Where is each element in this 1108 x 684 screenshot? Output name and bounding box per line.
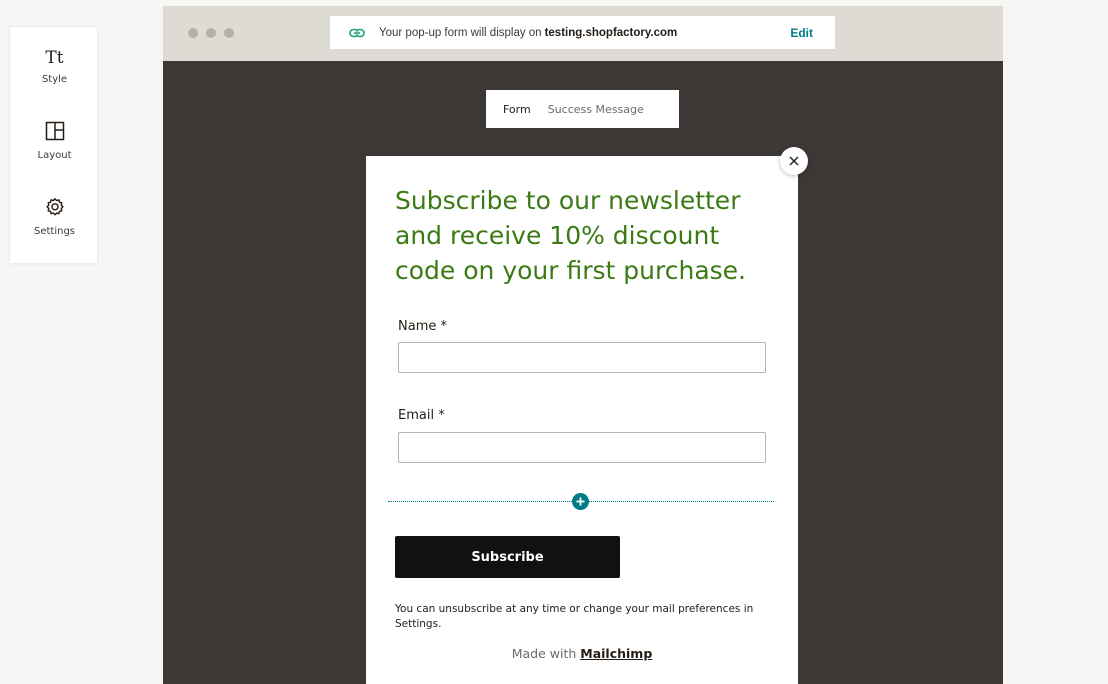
- unsubscribe-disclaimer[interactable]: You can unsubscribe at any time or chang…: [395, 602, 771, 632]
- layout-icon: [10, 121, 99, 147]
- settings-tool-label: Settings: [33, 226, 75, 237]
- subscribe-button[interactable]: Subscribe: [395, 536, 620, 578]
- url-prefix: Your pop-up form will display on: [379, 26, 542, 39]
- text-style-icon: Tt: [45, 48, 64, 68]
- window-dot: [206, 28, 216, 38]
- made-with-footer: Made with Mailchimp: [366, 646, 798, 661]
- popup-headline[interactable]: Subscribe to our newsletter and receive …: [395, 183, 775, 288]
- url-bar: Your pop-up form will display on testing…: [330, 16, 835, 49]
- email-input[interactable]: [398, 432, 766, 463]
- made-with-prefix: Made with: [511, 646, 577, 661]
- mailchimp-link[interactable]: Mailchimp: [580, 646, 652, 661]
- popup-form: Subscribe to our newsletter and receive …: [366, 156, 798, 684]
- settings-tool[interactable]: Settings: [10, 197, 99, 237]
- gear-icon: [10, 197, 99, 223]
- link-icon: [349, 25, 365, 41]
- name-label: Name *: [398, 319, 447, 334]
- style-tool-label: Style: [41, 74, 68, 85]
- tab-form[interactable]: Form: [503, 103, 531, 116]
- editor-tool-panel: Tt Style Layout Settings: [9, 26, 98, 264]
- email-label: Email *: [398, 408, 445, 423]
- name-input[interactable]: [398, 342, 766, 373]
- form-tabs: Form Success Message: [486, 90, 679, 128]
- window-dot: [188, 28, 198, 38]
- layout-tool-label: Layout: [37, 150, 72, 161]
- layout-tool[interactable]: Layout: [10, 121, 99, 161]
- browser-bar: Your pop-up form will display on testing…: [163, 6, 1003, 61]
- window-dots: [188, 28, 234, 38]
- tab-success-message[interactable]: Success Message: [548, 103, 644, 116]
- edit-url-link[interactable]: Edit: [790, 26, 813, 40]
- style-tool[interactable]: Tt Style: [10, 45, 99, 85]
- browser-preview: Your pop-up form will display on testing…: [163, 6, 1003, 684]
- url-domain: testing.shopfactory.com: [544, 26, 678, 39]
- plus-icon[interactable]: [572, 493, 589, 510]
- close-icon[interactable]: [780, 147, 808, 175]
- window-dot: [224, 28, 234, 38]
